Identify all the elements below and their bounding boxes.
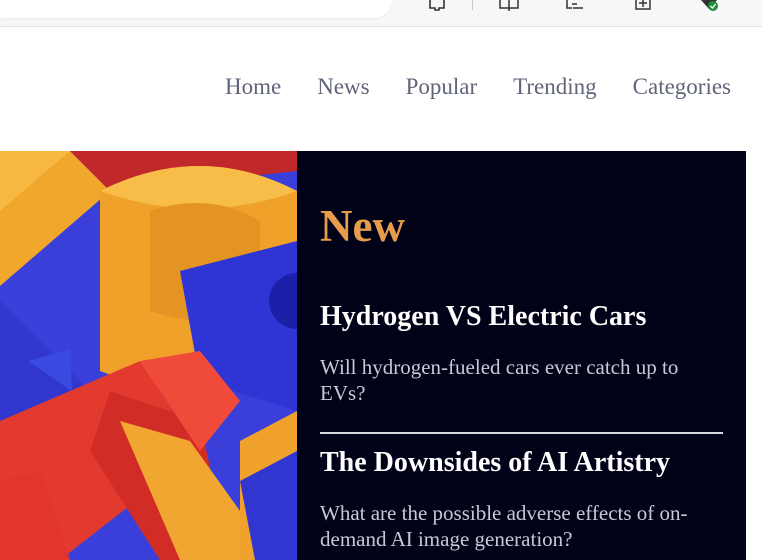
hero-image [0, 151, 297, 560]
article-card[interactable]: The Downsides of AI Artistry What are th… [320, 447, 723, 552]
favorites-icon[interactable] [564, 0, 586, 12]
toolbar-separator [472, 0, 473, 10]
split-screen-icon[interactable] [498, 0, 520, 12]
article-divider [320, 432, 723, 434]
article-summary: Will hydrogen-fueled cars ever catch up … [320, 355, 679, 405]
collections-icon[interactable] [632, 0, 654, 12]
address-bar[interactable] [0, 0, 392, 18]
nav-popular[interactable]: Popular [406, 74, 478, 100]
main-nav: Home News Popular Trending Categories [225, 74, 731, 100]
article-title[interactable]: Hydrogen VS Electric Cars [320, 301, 723, 333]
extensions-icon[interactable] [426, 0, 448, 12]
browser-essentials-icon[interactable] [698, 0, 720, 12]
nav-news[interactable]: News [317, 74, 369, 100]
nav-trending[interactable]: Trending [513, 74, 597, 100]
browser-toolbar [0, 0, 762, 27]
article-card[interactable]: Hydrogen VS Electric Cars Will hydrogen-… [320, 301, 723, 406]
new-section: New Hydrogen VS Electric Cars Will hydro… [297, 151, 746, 560]
article-summary: What are the possible adverse effects of… [320, 501, 688, 551]
article-title[interactable]: The Downsides of AI Artistry [320, 447, 723, 479]
new-heading: New [320, 201, 405, 251]
nav-categories[interactable]: Categories [633, 74, 731, 100]
nav-home[interactable]: Home [225, 74, 281, 100]
